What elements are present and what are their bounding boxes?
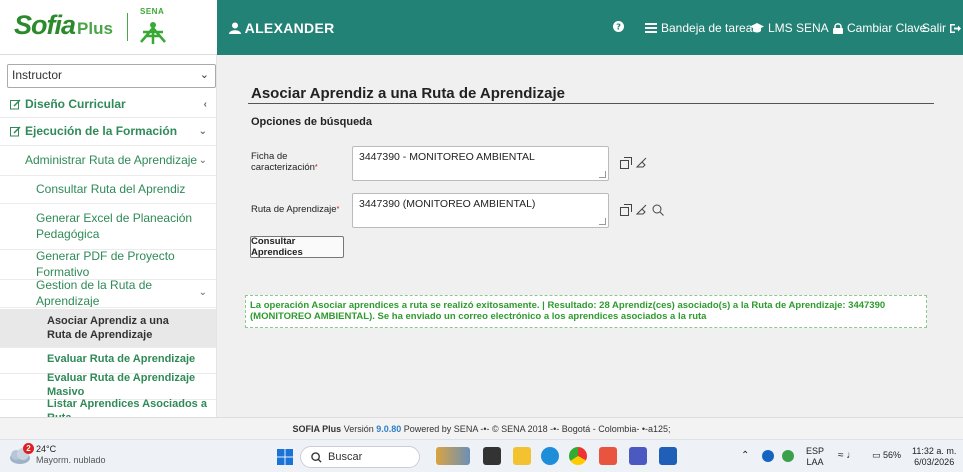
- brave-browser-icon[interactable]: [599, 447, 617, 465]
- footer: SOFIA Plus Versión 9.0.80 Powered by SEN…: [0, 417, 963, 439]
- help-button[interactable]: ?: [613, 21, 624, 32]
- chevron-up-icon[interactable]: ⌃: [741, 450, 749, 461]
- word-icon[interactable]: [659, 447, 677, 465]
- success-message: La operación Asociar aprendices a ruta s…: [245, 295, 927, 328]
- logo-divider: [127, 13, 128, 41]
- app-tray-icon[interactable]: [782, 450, 794, 462]
- chevron-down-icon: ⌄: [198, 154, 207, 166]
- sidebar-item-evaluar-ruta-masivo[interactable]: Evaluar Ruta de Aprendizaje Masivo: [0, 372, 216, 398]
- sidebar-divider: [0, 203, 216, 204]
- ficha-field[interactable]: 3447390 - MONITOREO AMBIENTAL: [352, 146, 609, 181]
- landscape-app-icon[interactable]: [436, 447, 470, 465]
- sign-out-icon: [950, 23, 962, 33]
- sidebar-divider: [0, 307, 216, 308]
- sena-logo-icon: [140, 22, 166, 44]
- teams-icon[interactable]: [629, 447, 647, 465]
- sidebar-item-generar-excel[interactable]: Generar Excel de Planeación Pedagógica: [0, 207, 216, 245]
- wifi-volume-icons[interactable]: ≈ ♩: [838, 450, 856, 461]
- task-view-icon[interactable]: [483, 447, 501, 465]
- svg-text:?: ?: [616, 22, 621, 32]
- user-icon: [229, 22, 241, 34]
- graduation-cap-icon: [750, 23, 764, 33]
- sidebar-item-administrar-ruta[interactable]: Administrar Ruta de Aprendizaje ⌄: [0, 147, 216, 173]
- lms-sena-link[interactable]: LMS SENA: [750, 21, 829, 35]
- bluetooth-icon[interactable]: [762, 450, 774, 462]
- language-indicator[interactable]: ESP LAA: [806, 446, 824, 468]
- logo-area[interactable]: Sofia Plus SENA: [0, 0, 217, 55]
- sidebar-divider: [0, 175, 216, 176]
- eraser-icon[interactable]: [636, 204, 648, 216]
- battery-indicator[interactable]: ▭ 56%: [872, 450, 901, 461]
- lock-icon: [833, 22, 843, 34]
- sidebar-item-evaluar-ruta[interactable]: Evaluar Ruta de Aprendizaje: [0, 347, 216, 371]
- sidebar-item-generar-pdf[interactable]: Generar PDF de Proyecto Formativo: [0, 249, 216, 279]
- role-select[interactable]: Instructor ⌄: [7, 64, 216, 88]
- user-menu[interactable]: ALEXANDER: [229, 20, 335, 36]
- chevron-down-icon: ⌄: [199, 69, 209, 81]
- ruta-field[interactable]: 3447390 (MONITOREO AMBIENTAL): [352, 193, 609, 228]
- windows-taskbar: 24°C Mayorm. nublado 2 Buscar ⌃ ESP LAA ≈ …: [0, 439, 963, 472]
- notification-badge: 2: [23, 443, 34, 454]
- change-password-link[interactable]: Cambiar Clave: [833, 21, 926, 35]
- page-title: Asociar Aprendiz a una Ruta de Aprendiza…: [251, 85, 565, 102]
- file-explorer-icon[interactable]: [513, 447, 531, 465]
- chevron-down-icon: ⌄: [198, 287, 207, 298]
- sofia-plus-logo: Sofia Plus: [14, 10, 113, 40]
- sidebar-divider: [0, 117, 216, 118]
- sidebar-item-diseno-curricular[interactable]: Diseño Curricular ‹: [0, 93, 216, 115]
- title-underline: [248, 103, 934, 104]
- eraser-icon[interactable]: [636, 157, 648, 169]
- taskbar-search[interactable]: Buscar: [300, 446, 420, 468]
- top-header: Sofia Plus SENA ALEXANDER ? Bandeja de ta…: [0, 0, 963, 55]
- search-options-heading: Opciones de búsqueda: [251, 116, 373, 128]
- tasks-icon: [645, 23, 657, 33]
- sidebar-divider: [0, 145, 216, 146]
- ficha-label: Ficha de caracterización*: [251, 151, 318, 173]
- open-window-icon[interactable]: [620, 204, 632, 216]
- edit-icon: [10, 125, 21, 136]
- ruta-actions: [620, 204, 664, 216]
- search-icon[interactable]: [652, 204, 664, 216]
- sidebar-item-listar-aprendices[interactable]: Listar Aprendices Asociados a Ruta: [0, 398, 216, 417]
- clock[interactable]: 11:32 a. m. 6/03/2026: [912, 446, 956, 468]
- main-content: Asociar Aprendiz a una Ruta de Aprendiza…: [217, 55, 963, 417]
- search-icon: [311, 451, 322, 463]
- top-navbar: ALEXANDER ? Bandeja de tareas LMS SENA C…: [217, 0, 963, 55]
- question-circle-icon: ?: [613, 21, 624, 32]
- ruta-label: Ruta de Aprendizaje*: [251, 204, 340, 215]
- sidebar-item-asociar-aprendiz[interactable]: Asociar Aprendiz a una Ruta de Aprendiza…: [0, 309, 216, 347]
- sidebar: Instructor ⌄ Diseño Curricular ‹ Ejecuci…: [0, 55, 217, 417]
- chevron-down-icon: ⌄: [198, 125, 207, 137]
- ficha-actions: [620, 157, 648, 169]
- chevron-left-icon: ‹: [203, 98, 207, 110]
- consult-apprentices-button[interactable]: Consultar Aprendices: [250, 236, 344, 258]
- open-window-icon[interactable]: [620, 157, 632, 169]
- edge-browser-icon[interactable]: [541, 447, 559, 465]
- tasks-tray-link[interactable]: Bandeja de tareas: [645, 21, 758, 35]
- sidebar-item-consultar-ruta[interactable]: Consultar Ruta del Aprendiz: [0, 177, 216, 201]
- sidebar-item-gestion-ruta[interactable]: Gestion de la Ruta de Aprendizaje ⌄: [0, 278, 216, 308]
- logout-link[interactable]: Salir: [922, 21, 962, 35]
- edit-icon: [10, 98, 21, 109]
- chrome-browser-icon[interactable]: [569, 447, 587, 465]
- sidebar-item-ejecucion-formacion[interactable]: Ejecución de la Formación ⌄: [0, 119, 216, 143]
- windows-start-icon[interactable]: [277, 449, 293, 465]
